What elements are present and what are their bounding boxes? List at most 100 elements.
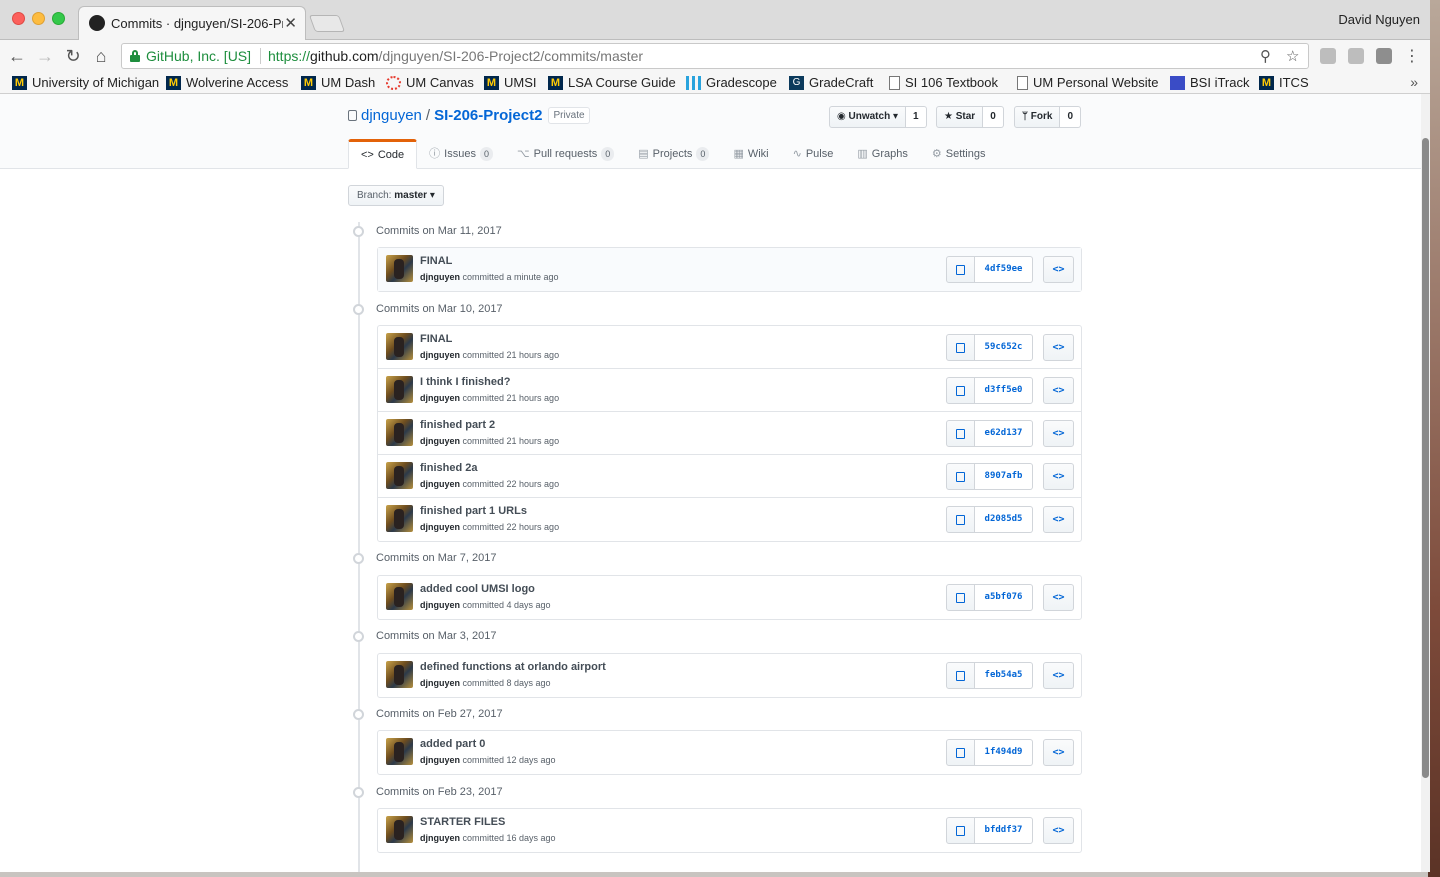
avatar[interactable] <box>386 816 413 843</box>
sha-link[interactable]: 59c652c <box>975 334 1033 361</box>
author-link[interactable]: djnguyen <box>420 272 460 282</box>
reload-icon[interactable]: ↻ <box>62 45 84 67</box>
author-link[interactable]: djnguyen <box>420 755 460 765</box>
forks-count[interactable]: 0 <box>1060 106 1082 128</box>
star-button[interactable]: ★ Star <box>936 106 984 128</box>
browse-files-button[interactable]: <> <box>1043 584 1074 611</box>
copy-sha-button[interactable] <box>946 506 975 533</box>
bookmark-item[interactable]: M ITCS <box>1259 75 1309 90</box>
ev-certificate-label[interactable]: GitHub, Inc. [US] <box>146 48 251 64</box>
sha-link[interactable]: 4df59ee <box>975 256 1033 283</box>
copy-sha-button[interactable] <box>946 420 975 447</box>
commit-title-link[interactable]: added cool UMSI logo <box>420 583 535 595</box>
bookmark-item[interactable]: UM Personal Website <box>1017 75 1158 90</box>
avatar[interactable] <box>386 583 413 610</box>
avatar[interactable] <box>386 419 413 446</box>
stars-count[interactable]: 0 <box>983 106 1004 128</box>
avatar[interactable] <box>386 661 413 688</box>
tab-settings[interactable]: ⚙ Settings <box>920 139 998 169</box>
sha-link[interactable]: a5bf076 <box>975 584 1033 611</box>
copy-sha-button[interactable] <box>946 256 975 283</box>
browse-files-button[interactable]: <> <box>1043 463 1074 490</box>
page-scrollbar[interactable] <box>1421 94 1430 872</box>
author-link[interactable]: djnguyen <box>420 600 460 610</box>
sha-link[interactable]: bfddf37 <box>975 817 1033 844</box>
browser-menu-icon[interactable]: ⋮ <box>1404 46 1420 66</box>
avatar[interactable] <box>386 333 413 360</box>
profile-name[interactable]: David Nguyen <box>1338 12 1420 27</box>
sha-link[interactable]: 8907afb <box>975 463 1033 490</box>
bookmark-item[interactable]: BSI iTrack <box>1170 75 1249 90</box>
author-link[interactable]: djnguyen <box>420 350 460 360</box>
tab-issues[interactable]: ⓘ Issues 0 <box>417 139 505 169</box>
author-link[interactable]: djnguyen <box>420 833 460 843</box>
bookmark-item[interactable]: M UM Dash <box>301 75 375 90</box>
home-icon[interactable]: ⌂ <box>90 45 112 67</box>
author-link[interactable]: djnguyen <box>420 436 460 446</box>
tab-close-icon[interactable]: ✕ <box>284 14 297 32</box>
browse-files-button[interactable]: <> <box>1043 420 1074 447</box>
copy-sha-button[interactable] <box>946 739 975 766</box>
browse-files-button[interactable]: <> <box>1043 662 1074 689</box>
repo-owner-link[interactable]: djnguyen <box>361 107 422 124</box>
skype-extension-icon[interactable] <box>1320 48 1336 64</box>
bookmark-item[interactable]: M University of Michigan <box>12 75 159 90</box>
author-link[interactable]: djnguyen <box>420 522 460 532</box>
browse-files-button[interactable]: <> <box>1043 739 1074 766</box>
close-window-button[interactable] <box>12 12 25 25</box>
sha-link[interactable]: feb54a5 <box>975 662 1033 689</box>
new-tab-button[interactable] <box>308 15 346 32</box>
branch-select-button[interactable]: Branch: master ▾ <box>348 185 444 206</box>
author-link[interactable]: djnguyen <box>420 479 460 489</box>
bookmark-item[interactable]: M LSA Course Guide <box>548 75 676 90</box>
watchers-count[interactable]: 1 <box>905 106 927 128</box>
tab-pulse[interactable]: ∿ Pulse <box>781 139 846 169</box>
copy-sha-button[interactable] <box>946 817 975 844</box>
tab-wiki[interactable]: ▦ Wiki <box>721 139 780 169</box>
commit-title-link[interactable]: I think I finished? <box>420 376 510 388</box>
repo-name-link[interactable]: SI-206-Project2 <box>434 107 542 124</box>
copy-sha-button[interactable] <box>946 584 975 611</box>
forward-arrow-icon[interactable]: → <box>34 45 56 67</box>
browser-tab[interactable]: Commits · djnguyen/SI-206-Project2 ✕ <box>78 6 306 40</box>
commit-title-link[interactable]: finished part 1 URLs <box>420 505 527 517</box>
sha-link[interactable]: 1f494d9 <box>975 739 1033 766</box>
commit-title-link[interactable]: finished 2a <box>420 462 477 474</box>
bookmark-item[interactable]: G GradeCraft <box>789 75 873 90</box>
address-bar[interactable]: GitHub, Inc. [US] https://github.com/djn… <box>121 43 1309 69</box>
commit-title-link[interactable]: finished part 2 <box>420 419 495 431</box>
commit-title-link[interactable]: STARTER FILES <box>420 816 505 828</box>
avatar[interactable] <box>386 462 413 489</box>
avatar[interactable] <box>386 505 413 532</box>
tab-projects[interactable]: ▤ Projects 0 <box>626 139 721 169</box>
browse-files-button[interactable]: <> <box>1043 817 1074 844</box>
tab-graphs[interactable]: ▥ Graphs <box>845 139 919 169</box>
bookmark-item[interactable]: M Wolverine Access <box>166 75 288 90</box>
browse-files-button[interactable]: <> <box>1043 256 1074 283</box>
pocket-extension-icon[interactable] <box>1376 48 1392 64</box>
copy-sha-button[interactable] <box>946 662 975 689</box>
commit-title-link[interactable]: added part 0 <box>420 738 485 750</box>
minimize-window-button[interactable] <box>32 12 45 25</box>
sha-link[interactable]: d2085d5 <box>975 506 1033 533</box>
tab-pull-requests[interactable]: ⌥ Pull requests 0 <box>505 139 626 169</box>
author-link[interactable]: djnguyen <box>420 678 460 688</box>
copy-sha-button[interactable] <box>946 377 975 404</box>
drive-extension-icon[interactable] <box>1348 48 1364 64</box>
back-arrow-icon[interactable]: ← <box>6 45 28 67</box>
avatar[interactable] <box>386 376 413 403</box>
copy-sha-button[interactable] <box>946 463 975 490</box>
browse-files-button[interactable]: <> <box>1043 377 1074 404</box>
commit-title-link[interactable]: FINAL <box>420 333 452 345</box>
commit-title-link[interactable]: FINAL <box>420 255 452 267</box>
bookmark-star-icon[interactable]: ☆ <box>1286 47 1299 65</box>
bookmark-item[interactable]: M UMSI <box>484 75 537 90</box>
copy-sha-button[interactable] <box>946 334 975 361</box>
sha-link[interactable]: e62d137 <box>975 420 1033 447</box>
commit-title-link[interactable]: defined functions at orlando airport <box>420 661 606 673</box>
unwatch-button[interactable]: ◉ Unwatch ▾ <box>829 106 906 128</box>
scrollbar-thumb[interactable] <box>1422 138 1429 778</box>
fork-button[interactable]: ᛘ Fork <box>1014 106 1061 128</box>
bookmark-item[interactable]: UM Canvas <box>386 75 474 90</box>
avatar[interactable] <box>386 738 413 765</box>
